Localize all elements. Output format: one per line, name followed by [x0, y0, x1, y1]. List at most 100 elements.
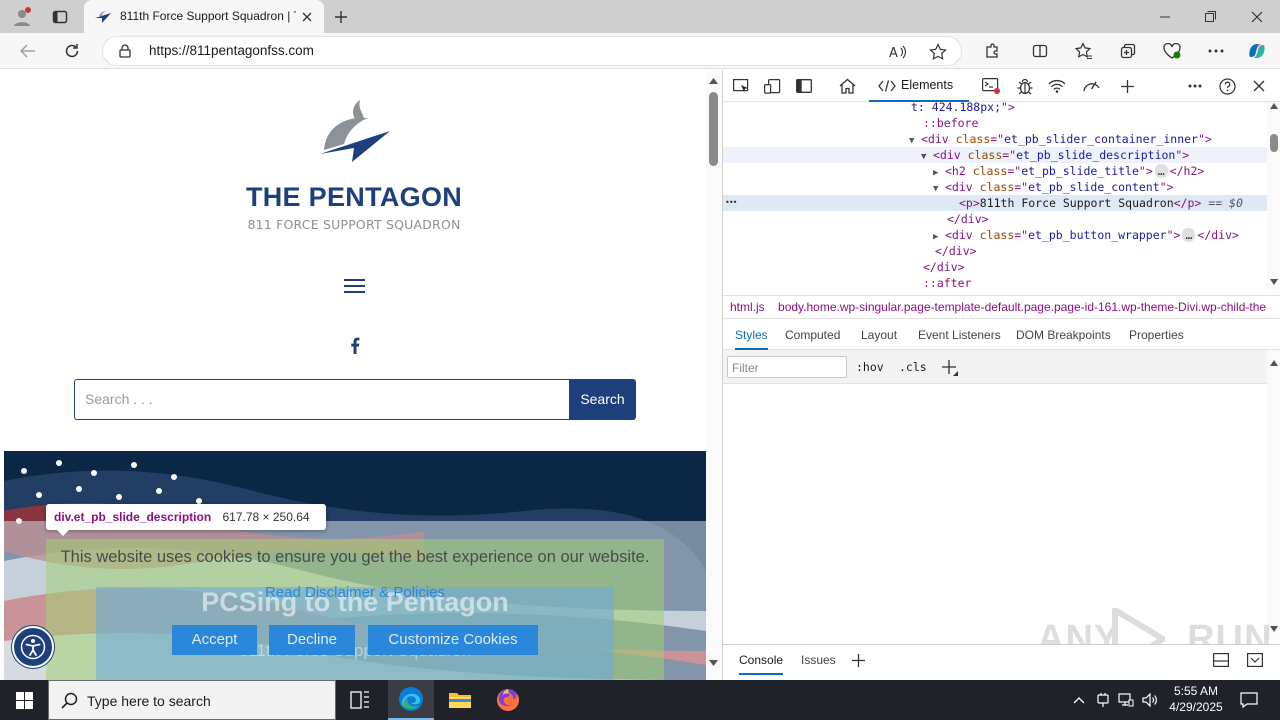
- help-icon[interactable]: [1215, 74, 1239, 98]
- breadcrumb-html[interactable]: html.js: [730, 300, 765, 314]
- browser-tab[interactable]: 811th Force Support Squadron | T: [84, 0, 324, 33]
- tab-computed[interactable]: Computed: [785, 320, 840, 350]
- scrollbar-thumb[interactable]: [709, 92, 718, 166]
- firefox-icon[interactable]: [486, 680, 530, 720]
- dom-node-line[interactable]: ▼ <div class="et_pb_slide_description">: [723, 147, 1267, 163]
- welcome-home-icon[interactable]: [835, 74, 859, 98]
- restore-icon[interactable]: [1190, 0, 1230, 33]
- dom-node-line[interactable]: ▶ <h2 class="et_pb_slide_title">… </h2>: [723, 163, 1267, 179]
- task-view-icon[interactable]: [340, 680, 380, 720]
- tab-properties[interactable]: Properties: [1129, 320, 1184, 350]
- address-bar[interactable]: https://811pentagonfss.com A: [102, 36, 962, 66]
- site-search-input[interactable]: Search . . .: [74, 379, 570, 420]
- taskbar-search-box[interactable]: Type here to search: [48, 680, 336, 720]
- new-tab-icon[interactable]: [328, 4, 354, 30]
- collections-icon[interactable]: [1114, 37, 1142, 65]
- dom-scroll-up-icon[interactable]: [1270, 103, 1278, 109]
- hov-toggle[interactable]: :hov: [856, 360, 884, 374]
- dom-node-line[interactable]: ::before: [723, 115, 1267, 131]
- new-style-rule-icon[interactable]: [942, 360, 958, 376]
- site-search-button[interactable]: Search: [569, 379, 636, 420]
- page-scrollbar[interactable]: [706, 70, 721, 680]
- dock-drawer-icon[interactable]: [1213, 653, 1229, 667]
- tab-dom-breakpoints[interactable]: DOM Breakpoints: [1016, 320, 1111, 350]
- more-tools-plus-icon[interactable]: [1115, 74, 1139, 98]
- styles-scrollbar[interactable]: [1267, 350, 1280, 640]
- copilot-icon[interactable]: [1243, 37, 1271, 65]
- selected-node-marker: == $0: [1201, 196, 1243, 210]
- node-val: t: 424.188px;: [911, 102, 1002, 114]
- selected-node-dots[interactable]: •••: [725, 195, 737, 211]
- debug-bug-icon[interactable]: [1013, 74, 1037, 98]
- close-drawer-icon[interactable]: [1247, 653, 1263, 667]
- hamburger-menu-icon[interactable]: [340, 274, 368, 298]
- network-wifi-icon[interactable]: [1045, 74, 1069, 98]
- drawer-tab-console[interactable]: Console: [739, 645, 784, 675]
- dom-tree[interactable]: t: 424.188px;">::before ▼ <div class="et_p…: [723, 102, 1267, 290]
- dom-node-line[interactable]: ▶ <div class="et_pb_button_wrapper">… </di…: [723, 227, 1267, 243]
- tab-layout[interactable]: Layout: [861, 320, 897, 350]
- dom-node-line[interactable]: ▼ <div class="et_pb_slider_container_inne…: [723, 131, 1267, 147]
- tray-chevron-icon[interactable]: [1068, 680, 1090, 720]
- inspect-element-icon[interactable]: [729, 74, 753, 98]
- scroll-up-icon[interactable]: [709, 78, 718, 84]
- tab-elements[interactable]: Elements: [869, 70, 969, 102]
- dom-node-line[interactable]: t: 424.188px;">: [723, 102, 1267, 115]
- dom-node-line[interactable]: ▼ <div class="et_pb_slide_content">: [723, 179, 1267, 195]
- tab-styles[interactable]: Styles: [735, 320, 768, 350]
- url-text[interactable]: https://811pentagonfss.com: [149, 43, 314, 58]
- favorites-icon[interactable]: [1070, 37, 1098, 65]
- dom-node-line[interactable]: ::after: [723, 275, 1267, 290]
- drawer-tab-issues[interactable]: Issues: [801, 645, 836, 675]
- cookie-accept-button[interactable]: Accept: [172, 625, 257, 655]
- browser-essentials-icon[interactable]: [1158, 37, 1186, 65]
- accessibility-icon[interactable]: [12, 626, 54, 668]
- minimize-icon[interactable]: [1145, 0, 1185, 33]
- split-screen-icon[interactable]: [1026, 37, 1054, 65]
- site-logo[interactable]: THE PENTAGON 811 FORCE SUPPORT SQUADRON: [234, 98, 474, 238]
- cls-toggle[interactable]: .cls: [899, 360, 927, 374]
- close-tab-icon[interactable]: [298, 8, 316, 26]
- read-aloud-icon[interactable]: A: [887, 41, 909, 63]
- dom-scroll-thumb[interactable]: [1270, 134, 1278, 152]
- edge-taskbar-icon[interactable]: [388, 680, 434, 720]
- dom-scroll-down-icon[interactable]: [1270, 279, 1278, 285]
- tray-device-icon[interactable]: [1092, 680, 1114, 720]
- dom-node-line[interactable]: ••• <p>811th Force Support Squadron</p> =…: [723, 195, 1267, 211]
- cookie-decline-button[interactable]: Decline: [269, 625, 355, 655]
- dom-node-line[interactable]: </div>: [723, 211, 1267, 227]
- dom-node-line[interactable]: </div>: [723, 259, 1267, 275]
- file-explorer-icon[interactable]: [438, 680, 482, 720]
- tray-volume-icon[interactable]: [1139, 680, 1161, 720]
- drawer-add-tab-icon[interactable]: [852, 654, 865, 667]
- tab-actions-icon[interactable]: [46, 4, 74, 30]
- styles-scroll-up-icon[interactable]: [1270, 360, 1278, 366]
- dom-node-line[interactable]: </div>: [723, 243, 1267, 259]
- extensions-icon[interactable]: [978, 37, 1006, 65]
- notifications-icon[interactable]: [1234, 680, 1264, 720]
- scroll-down-icon[interactable]: [709, 660, 718, 666]
- dock-side-icon[interactable]: [792, 74, 816, 98]
- close-devtools-icon[interactable]: [1247, 74, 1271, 98]
- back-icon[interactable]: [14, 37, 42, 65]
- cookie-customize-button[interactable]: Customize Cookies: [368, 625, 538, 655]
- device-emulation-icon[interactable]: [760, 74, 784, 98]
- devtools-more-icon[interactable]: [1183, 74, 1207, 98]
- close-window-icon[interactable]: [1237, 0, 1277, 33]
- profile-icon[interactable]: [8, 4, 36, 30]
- dom-tree-scrollbar[interactable]: [1267, 102, 1280, 290]
- breadcrumb-body[interactable]: body.home.wp-singular.page-template-defa…: [778, 300, 1266, 314]
- windows-start-icon[interactable]: [0, 680, 48, 720]
- favorite-star-icon[interactable]: [927, 41, 949, 63]
- lock-icon[interactable]: [117, 43, 133, 59]
- refresh-icon[interactable]: [58, 37, 86, 65]
- performance-icon[interactable]: [1079, 74, 1103, 98]
- more-menu-icon[interactable]: [1202, 37, 1230, 65]
- facebook-icon[interactable]: [344, 334, 366, 356]
- styles-filter-input[interactable]: Filter: [727, 356, 847, 378]
- tray-network-icon[interactable]: [1115, 680, 1137, 720]
- tab-event-listeners[interactable]: Event Listeners: [918, 320, 1001, 350]
- cookie-policy-link[interactable]: Read Disclaimer & Policies: [4, 584, 706, 601]
- taskbar-clock[interactable]: 5:55 AM 4/29/2025: [1164, 683, 1228, 717]
- console-tab-icon[interactable]: [979, 74, 1003, 98]
